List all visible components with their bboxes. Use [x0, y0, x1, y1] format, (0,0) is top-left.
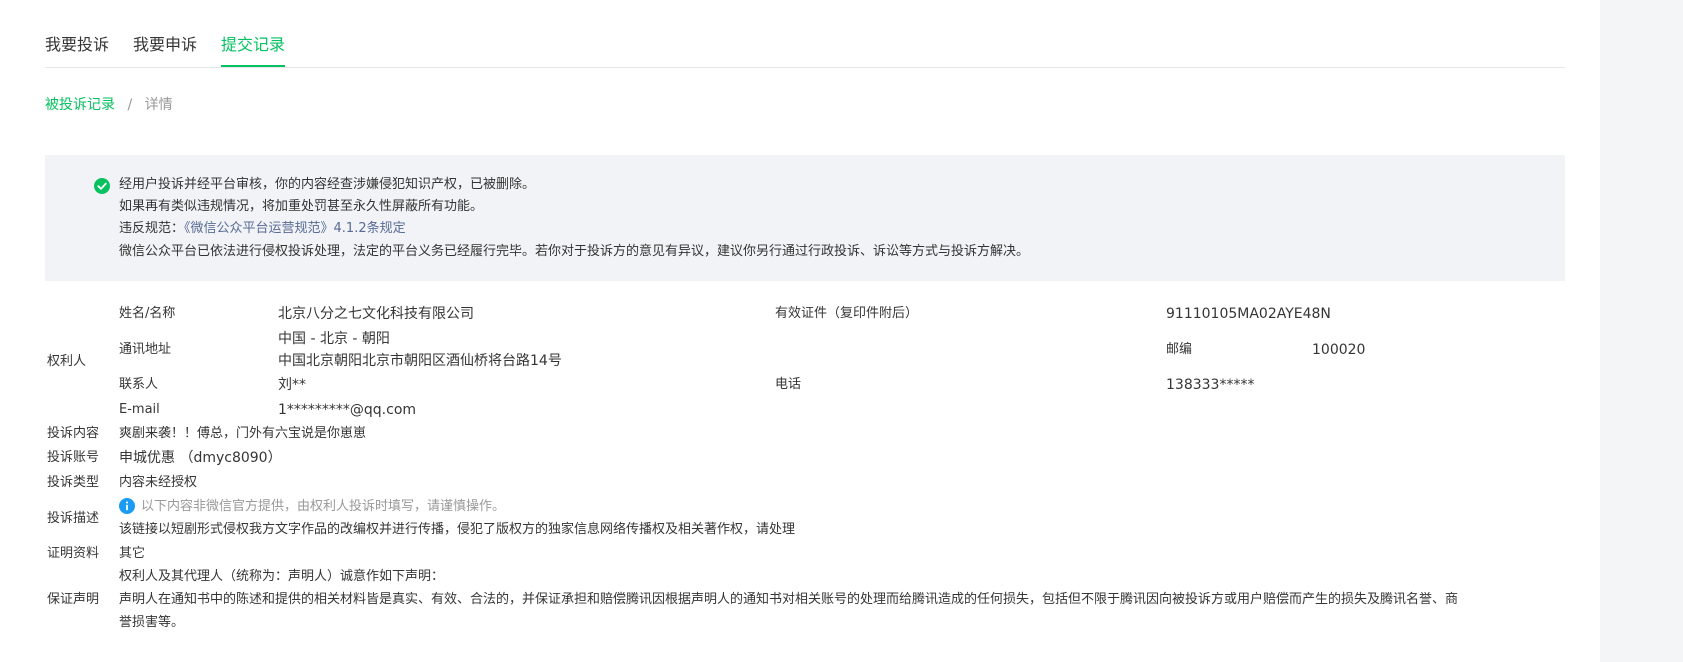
account-value: 申城优惠 （dmyc8090） — [119, 450, 282, 466]
address-detail: 中国北京朝阳北京市朝阳区酒仙桥将台路14号 — [278, 353, 562, 369]
phone-value: 138333***** — [1166, 377, 1255, 393]
phone-label: 电话 — [775, 377, 802, 392]
desc-hint: 以下内容非微信官方提供，由权利人投诉时填写，请谨慎操作。 — [141, 499, 506, 514]
postcode-value: 100020 — [1312, 342, 1366, 358]
proof-label: 证明资料 — [47, 546, 100, 561]
guarantee-label: 保证声明 — [47, 592, 100, 607]
breadcrumb-parent-link[interactable]: 被投诉记录 — [45, 97, 115, 113]
guarantee-statement-end: 誉损害等。 — [119, 615, 185, 630]
breadcrumb-current: 详情 — [144, 97, 173, 113]
address-region: 中国 - 北京 - 朝阳 — [278, 331, 390, 347]
account-label: 投诉账号 — [47, 450, 100, 465]
type-value: 内容未经授权 — [119, 475, 198, 490]
name-label: 姓名/名称 — [119, 306, 176, 321]
notice-line-legal: 微信公众平台已依法进行侵权投诉处理，法定的平台义务已经履行完毕。若你对于投诉方的… — [119, 244, 1030, 259]
contact-value: 刘** — [278, 377, 306, 393]
notice-line-violation: 违反规范：《微信公众平台运营规范》4.1.2条规定 — [119, 220, 406, 238]
email-label: E-mail — [119, 402, 160, 417]
violation-rule-link[interactable]: 《微信公众平台运营规范》4.1.2条规定 — [184, 221, 406, 236]
breadcrumb-separator: / — [127, 97, 133, 113]
content-value: 爽剧来袭！！傅总，门外有六宝说是你崽崽 — [119, 426, 367, 441]
email-value: 1*********@qq.com — [278, 402, 417, 418]
tab-complain[interactable]: 我要投诉 — [45, 34, 109, 66]
check-circle-icon — [94, 178, 110, 194]
violation-prefix: 违反规范： — [119, 221, 185, 236]
page: 我要投诉 我要申诉 提交记录 被投诉记录 / 详情 经用户投诉并经平台审核，你的… — [0, 0, 1600, 662]
guarantee-intro: 权利人及其代理人（统称为：声明人）诚意作如下声明： — [119, 569, 445, 584]
content-label: 投诉内容 — [47, 426, 100, 441]
tab-bar: 我要投诉 我要申诉 提交记录 — [45, 0, 1565, 68]
postcode-label: 邮编 — [1166, 342, 1193, 357]
tab-records[interactable]: 提交记录 — [221, 34, 286, 67]
desc-value: 该链接以短剧形式侵权我方文字作品的改编权并进行传播，侵犯了版权方的独家信息网络传… — [119, 522, 796, 537]
type-label: 投诉类型 — [47, 475, 100, 490]
cert-value: 91110105MA02AYE48N — [1166, 306, 1331, 322]
cert-label: 有效证件（复印件附后） — [775, 306, 919, 321]
guarantee-statement: 声明人在通知书中的陈述和提供的相关材料皆是真实、有效、合法的，并保证承担和赔偿腾… — [119, 592, 1459, 607]
notice-line-warning: 如果再有类似违规情况，将加重处罚甚至永久性屏蔽所有功能。 — [119, 199, 484, 214]
breadcrumb: 被投诉记录 / 详情 — [45, 95, 173, 115]
info-icon — [119, 498, 135, 514]
address-label: 通讯地址 — [119, 342, 172, 357]
name-value: 北京八分之七文化科技有限公司 — [278, 306, 474, 322]
contact-label: 联系人 — [119, 377, 159, 392]
tab-appeal[interactable]: 我要申诉 — [133, 34, 197, 66]
rights-holder-section-label: 权利人 — [47, 354, 87, 369]
complaint-detail: 权利人 姓名/名称 北京八分之七文化科技有限公司 有效证件（复印件附后） 911… — [0, 0, 1600, 662]
result-notice: 经用户投诉并经平台审核，你的内容经查涉嫌侵犯知识产权，已被删除。 如果再有类似违… — [45, 155, 1565, 281]
notice-line-deleted: 经用户投诉并经平台审核，你的内容经查涉嫌侵犯知识产权，已被删除。 — [119, 177, 536, 192]
proof-value: 其它 — [119, 546, 146, 561]
desc-label: 投诉描述 — [47, 511, 100, 526]
